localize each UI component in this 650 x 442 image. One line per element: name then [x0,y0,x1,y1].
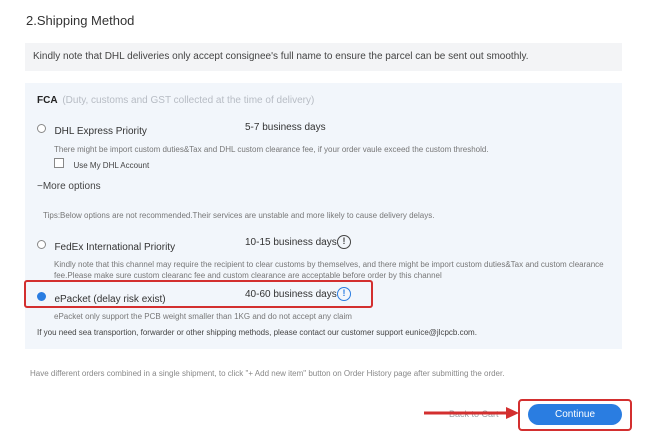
continue-button[interactable]: Continue [528,404,622,425]
fca-label: FCA [37,95,58,106]
fca-heading: FCA (Duty, customs and GST collected at … [37,95,314,106]
more-options-label: More options [42,181,101,192]
red-arrow-icon [424,407,519,419]
section-title: 2.Shipping Method [26,13,135,28]
dhl-radio[interactable] [37,124,46,134]
epacket-note: ePacket only support the PCB weight smal… [54,312,352,321]
sea-transport-note: If you need sea transportion, forwarder … [37,328,477,337]
fedex-note-line1: Kindly note that this channel may requir… [54,260,604,269]
more-options-toggle[interactable]: −More options [37,181,101,192]
fedex-name: FedEx International Priority [54,242,176,253]
fca-subtitle: (Duty, customs and GST collected at the … [62,95,315,106]
dhl-notice: Kindly note that DHL deliveries only acc… [25,43,622,71]
fedex-info-icon[interactable]: ! [337,235,351,249]
epacket-highlight-box [24,280,373,308]
combine-orders-note: Have different orders combined in a sing… [30,369,505,378]
dhl-note: There might be import custom duties&Tax … [54,145,489,154]
dhl-name: DHL Express Priority [54,126,147,137]
fedex-option[interactable]: FedEx International Priority [37,237,175,255]
fedex-days: 10-15 business days [245,237,337,248]
dhl-account-label: Use My DHL Account [73,161,150,170]
fedex-radio[interactable] [37,240,46,250]
dhl-option[interactable]: DHL Express Priority [37,121,147,139]
dhl-days: 5-7 business days [245,122,326,133]
dhl-account-checkbox[interactable] [54,157,64,168]
dhl-account-option[interactable]: Use My DHL Account [54,155,149,173]
options-tips: Tips:Below options are not recommended.T… [43,211,435,220]
